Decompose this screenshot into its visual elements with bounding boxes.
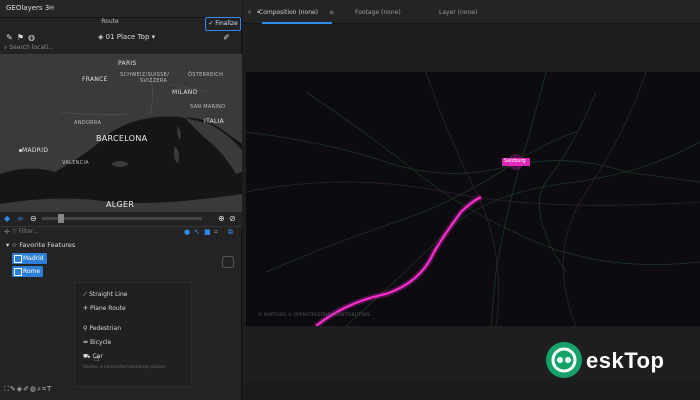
panel-menu-icon[interactable]: ≡ bbox=[48, 3, 55, 12]
crop-icon[interactable]: ⌗ bbox=[214, 228, 218, 237]
menu-item-car[interactable]: ⛟ Car bbox=[83, 353, 103, 361]
tag-icon: ◈ bbox=[98, 33, 106, 41]
attribution-text: © MAPTILER © OPENSTREETMAP CONTRIBUTORS bbox=[258, 313, 371, 318]
map-label-sanmarino: SAN MARINO bbox=[190, 104, 226, 110]
zoom-out-icon[interactable]: ⊖ bbox=[30, 214, 37, 223]
map-label-osterreich: ÖSTERREICH bbox=[188, 72, 224, 78]
menu-item-plane-route[interactable]: ✈ Plane Route bbox=[83, 305, 126, 312]
route-type-menu: ⟋ Straight Line ✈ Plane Route ⚲ Pedestri… bbox=[74, 282, 192, 387]
city-label: Salzburg bbox=[504, 158, 526, 164]
map-label-madrid: MADRID bbox=[22, 147, 49, 154]
tab-layer[interactable]: Layer (none) bbox=[439, 9, 477, 16]
composition-viewer[interactable]: Salzburg bbox=[246, 72, 700, 326]
favorite-features-label: Favorite Features bbox=[19, 241, 76, 249]
menu-item-label: Plane Route bbox=[89, 305, 126, 312]
globe-icon[interactable]: ◍ bbox=[27, 33, 36, 42]
map-label-andorra: ANDORRA bbox=[74, 120, 102, 126]
marker-icon[interactable]: ◆ bbox=[4, 214, 10, 223]
finalize-button[interactable]: ✓ Finalize bbox=[205, 17, 241, 31]
map-label-france: FRANCE bbox=[82, 76, 108, 83]
place-select-value: 01 Place Top ▾ bbox=[105, 33, 156, 41]
active-tab-indicator bbox=[262, 22, 332, 24]
lock-icon[interactable]: ⊘ bbox=[229, 214, 236, 223]
dot-icon[interactable]: ● bbox=[184, 228, 190, 236]
watermark-text: eskTop bbox=[586, 348, 665, 373]
route-render bbox=[246, 72, 700, 326]
square-icon[interactable]: ■ bbox=[204, 228, 211, 236]
bookmark-icon[interactable]: ⚑ bbox=[16, 33, 25, 42]
place-select[interactable]: ◈ 01 Place Top ▾ bbox=[98, 33, 155, 41]
select-icon[interactable]: ↖ bbox=[194, 228, 200, 236]
pin-icon[interactable]: ✎ bbox=[5, 33, 14, 42]
bottom-toolbar: ⛶✎◈✐◍⌕⌗T bbox=[4, 385, 52, 394]
filter-input[interactable]: ▽ Filter... bbox=[12, 228, 39, 235]
map-label-italia: ITALIA bbox=[204, 118, 225, 125]
favorite-features-folder[interactable]: ▾ ☆ Favorite Features bbox=[6, 241, 75, 249]
menu-note: Routes a connection between places bbox=[83, 365, 166, 370]
zoom-slider[interactable] bbox=[42, 217, 202, 220]
filter-placeholder: Filter... bbox=[18, 228, 39, 235]
menu-item-label: Pedestrian bbox=[89, 325, 121, 332]
location-search-input[interactable]: ⌕ Search locati... bbox=[4, 44, 238, 54]
menu-item-label: Straight Line bbox=[89, 291, 128, 298]
tab-footage[interactable]: Footage (none) bbox=[355, 9, 401, 16]
search-placeholder: Search locati... bbox=[9, 44, 54, 51]
close-icon[interactable]: × bbox=[247, 9, 252, 16]
tab-route[interactable]: Route bbox=[80, 18, 140, 30]
menu-item-straight-line[interactable]: ⟋ Straight Line bbox=[83, 291, 127, 299]
map-view[interactable]: PARIS FRANCE SCHWEIZ/SUISSE/ SVIZZERA ÖS… bbox=[0, 54, 242, 212]
viewer-footer-toolbar bbox=[243, 382, 700, 400]
mouse-cursor-icon: ☝ bbox=[94, 354, 100, 364]
map-label-alger: ALGER bbox=[106, 200, 135, 209]
madrid-marker[interactable] bbox=[19, 149, 22, 152]
text-tool-icon[interactable]: T bbox=[47, 385, 52, 393]
bicycle-icon: ⚮ bbox=[83, 339, 90, 346]
link-icon[interactable]: ∞ bbox=[17, 214, 24, 223]
zoom-in-icon[interactable]: ⊕ bbox=[218, 214, 225, 223]
tab-composition[interactable]: Composition (none) bbox=[259, 9, 318, 16]
feature-options-button[interactable] bbox=[222, 256, 234, 268]
panel-title: GEOlayers 3 bbox=[6, 4, 50, 12]
map-label-barcelona: BARCELONA bbox=[96, 134, 148, 143]
feature-rome[interactable]: Rome bbox=[12, 266, 44, 277]
map-label-valencia: VALENCIA bbox=[62, 160, 89, 166]
menu-item-label: Bicycle bbox=[89, 339, 112, 346]
map-toolbar: ◆ ∞ ⊖ ⊕ ⊘ bbox=[0, 212, 242, 226]
map-label-svizzera: SVIZZERA bbox=[140, 78, 168, 84]
menu-item-bicycle[interactable]: ⚮ Bicycle bbox=[83, 339, 111, 346]
brush-icon[interactable]: ✐ bbox=[222, 33, 231, 42]
menu-icon[interactable]: ≡ bbox=[329, 9, 334, 16]
add-icon[interactable]: ✛ bbox=[4, 228, 10, 236]
viewer-tab-bar: × 🔒︎ Composition (none) ≡ Footage (none)… bbox=[243, 0, 700, 24]
plane-icon: ✈ bbox=[83, 305, 90, 312]
layers-icon[interactable]: ⧉ bbox=[228, 228, 233, 237]
feature-madrid[interactable]: Madrid bbox=[12, 253, 47, 264]
pin-tool-icon[interactable]: ✎ bbox=[10, 385, 17, 393]
desktop-logo-icon bbox=[546, 342, 582, 378]
zoom-slider-thumb[interactable] bbox=[58, 214, 64, 223]
map-label-paris: PARIS bbox=[118, 60, 137, 67]
map-label-milano: MILANO bbox=[172, 89, 198, 96]
menu-item-pedestrian[interactable]: ⚲ Pedestrian bbox=[83, 325, 121, 332]
